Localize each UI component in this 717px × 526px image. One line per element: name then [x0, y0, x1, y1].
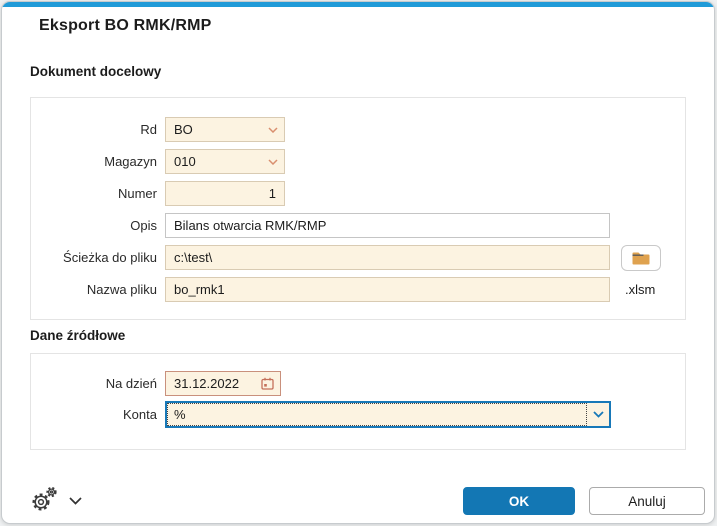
numer-label: Numer	[117, 186, 157, 201]
opis-row: Opis	[31, 213, 685, 238]
rd-row: Rd BO	[31, 117, 685, 142]
magazyn-dropdown[interactable]: 010	[165, 149, 285, 174]
source-data-groupbox: Na dzień Konta	[30, 353, 686, 450]
konta-focused-text-area[interactable]	[167, 403, 587, 426]
magazyn-dropdown-value: 010	[174, 154, 196, 169]
konta-input[interactable]	[168, 407, 586, 422]
chevron-down-icon	[592, 411, 604, 418]
browse-folder-button[interactable]	[621, 244, 661, 271]
rd-dropdown[interactable]: BO	[165, 117, 285, 142]
magazyn-label: Magazyn	[104, 154, 157, 169]
ok-button[interactable]: OK	[463, 487, 575, 515]
konta-label: Konta	[123, 407, 157, 422]
file-extension-suffix: .xlsm	[625, 282, 656, 297]
rd-dropdown-value: BO	[174, 122, 193, 137]
chevron-down-icon	[268, 127, 278, 133]
nazwa-input[interactable]	[165, 277, 610, 302]
konta-row: Konta	[31, 401, 685, 428]
na-dzien-input[interactable]	[174, 376, 250, 391]
na-dzien-label: Na dzień	[105, 376, 157, 391]
export-dialog: Eksport BO RMK/RMP Dokument docelowy Rd …	[1, 1, 715, 524]
target-document-groupbox: Rd BO Magazyn 010 Numer Opis	[30, 97, 686, 320]
calendar-icon[interactable]	[261, 377, 274, 390]
sciezka-row: Ścieżka do pliku	[31, 244, 685, 271]
chevron-down-icon	[268, 159, 278, 165]
na-dzien-row: Na dzień	[31, 371, 685, 396]
numer-row: Numer	[31, 181, 685, 206]
nazwa-label: Nazwa pliku	[86, 282, 157, 297]
section-label-source-data: Dane źródłowe	[30, 328, 126, 343]
sciezka-label: Ścieżka do pliku	[63, 250, 157, 265]
settings-menu-button[interactable]	[30, 485, 82, 512]
rd-label: Rd	[140, 122, 157, 137]
numer-input[interactable]	[165, 181, 285, 206]
konta-dropdown-button[interactable]	[587, 403, 609, 426]
window-accent-bar	[2, 2, 714, 7]
nazwa-row: Nazwa pliku .xlsm	[31, 277, 685, 302]
magazyn-row: Magazyn 010	[31, 149, 685, 174]
konta-combobox[interactable]	[165, 401, 611, 428]
chevron-down-icon	[69, 496, 82, 505]
opis-input[interactable]	[165, 213, 610, 238]
settings-gears-icon	[32, 486, 57, 511]
na-dzien-date-field[interactable]	[165, 371, 281, 396]
sciezka-input[interactable]	[165, 245, 610, 270]
folder-icon	[632, 252, 650, 264]
opis-label: Opis	[130, 218, 157, 233]
section-label-target-document: Dokument docelowy	[30, 64, 162, 79]
dialog-title: Eksport BO RMK/RMP	[39, 17, 212, 34]
cancel-button[interactable]: Anuluj	[589, 487, 705, 515]
